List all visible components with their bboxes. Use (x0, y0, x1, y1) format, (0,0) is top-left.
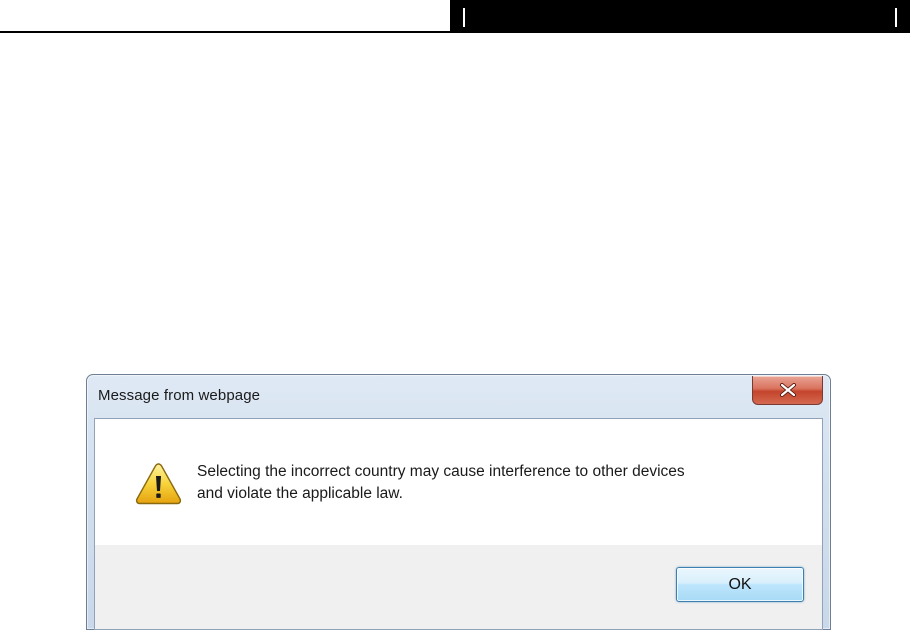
dialog-button-area: OK (95, 545, 822, 629)
dialog-client-area: Selecting the incorrect country may caus… (94, 418, 823, 630)
warning-icon (135, 463, 182, 505)
close-icon (779, 383, 796, 397)
page-header-rule (0, 31, 452, 33)
dialog-message-line: and violate the applicable law. (197, 485, 403, 502)
dialog-title: Message from webpage (98, 387, 261, 404)
message-area: Selecting the incorrect country may caus… (95, 419, 822, 545)
header-bar-right-mark (895, 8, 897, 27)
ok-button[interactable]: OK (676, 567, 804, 602)
page-header-bar (450, 0, 910, 33)
close-button[interactable] (752, 376, 823, 405)
dialog-message-line: Selecting the incorrect country may caus… (197, 463, 685, 480)
dialog-message: Selecting the incorrect country may caus… (197, 461, 797, 505)
header-bar-left-mark (463, 8, 465, 27)
message-dialog: Message from webpage Selecting the incor… (86, 374, 831, 630)
